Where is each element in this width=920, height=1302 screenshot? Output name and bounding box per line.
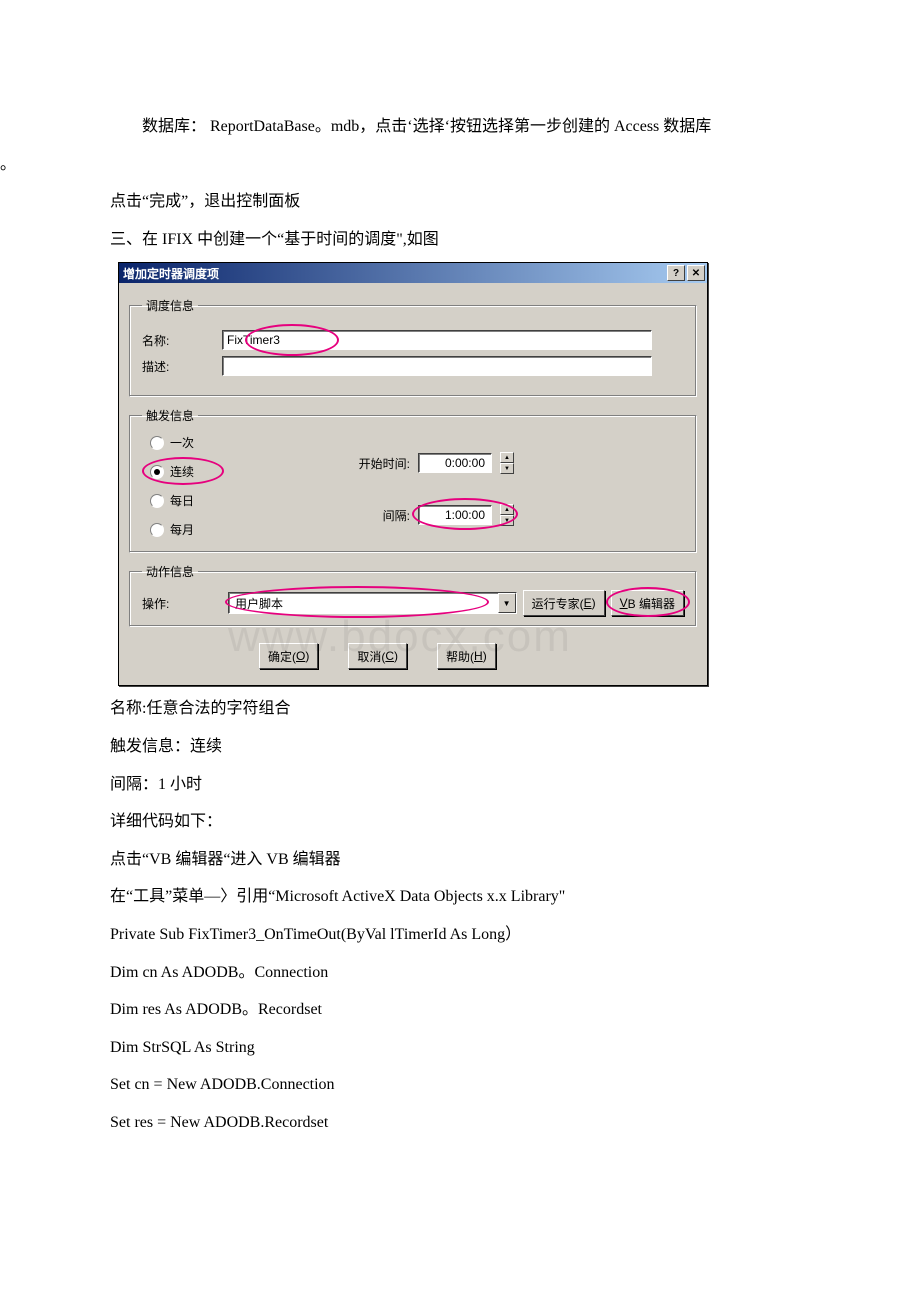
radio-monthly[interactable]: 每月 <box>150 521 260 538</box>
radio-monthly-label: 每月 <box>170 521 194 538</box>
spin-up-icon[interactable]: ▲ <box>500 452 514 463</box>
action-label: 操作: <box>142 595 222 612</box>
vb-editor-button[interactable]: VB 编辑器 <box>611 590 684 616</box>
interval-spinner[interactable]: ▲ ▼ <box>500 504 514 526</box>
action-value: 用户脚本 <box>229 595 498 612</box>
code-line-5: Set cn = New ADODB.Connection <box>110 1068 810 1102</box>
radio-daily[interactable]: 每日 <box>150 492 260 509</box>
code-line-4: Dim StrSQL As String <box>110 1031 810 1065</box>
interval-value: 1:00:00 <box>445 508 485 522</box>
name-value: FixTimer3 <box>227 333 280 347</box>
name-label: 名称: <box>142 332 222 349</box>
para-name-note: 名称:任意合法的字符组合 <box>110 692 810 726</box>
spin-up-icon[interactable]: ▲ <box>500 504 514 515</box>
start-time-label: 开始时间: <box>340 455 410 472</box>
group-action: 动作信息 操作: 用户脚本 ▼ 运行专家(E) VB 编辑器 <box>129 563 697 627</box>
close-button[interactable]: ✕ <box>687 265 705 281</box>
dialog-screenshot: 增加定时器调度项 ? ✕ 调度信息 名称: FixTimer3 描述: <box>118 262 810 686</box>
radio-continuous[interactable]: 连续 <box>150 463 260 480</box>
para-code-header: 详细代码如下： <box>110 805 810 839</box>
para-db: 数据库： ReportDataBase。mdb，点击‘选择‘按钮选择第一步创建的… <box>110 110 810 144</box>
dropdown-arrow-icon[interactable]: ▼ <box>498 593 516 613</box>
interval-input[interactable]: 1:00:00 <box>418 505 492 525</box>
help-button-bottom[interactable]: 帮助(H) <box>437 643 496 669</box>
group-trigger: 触发信息 一次 连续 <box>129 407 697 553</box>
legend-action: 动作信息 <box>142 563 198 580</box>
help-button[interactable]: ? <box>667 265 685 281</box>
para-vb-enter: 点击“VB 编辑器“进入 VB 编辑器 <box>110 843 810 877</box>
legend-schedule: 调度信息 <box>142 297 198 314</box>
para-interval-note: 间隔：1 小时 <box>110 768 810 802</box>
code-line-1: Private Sub FixTimer3_OnTimeOut(ByVal lT… <box>110 918 810 952</box>
para-db-dot: 。 <box>0 148 810 182</box>
start-time-input[interactable]: 0:00:00 <box>418 453 492 473</box>
dialog-title: 增加定时器调度项 <box>123 265 665 282</box>
cancel-button[interactable]: 取消(C) <box>348 643 407 669</box>
ok-button[interactable]: 确定(O) <box>259 643 318 669</box>
code-line-6: Set res = New ADODB.Recordset <box>110 1106 810 1140</box>
radio-once[interactable]: 一次 <box>150 434 260 451</box>
para-trigger-note: 触发信息：连续 <box>110 730 810 764</box>
radio-once-label: 一次 <box>170 434 194 451</box>
radio-daily-label: 每日 <box>170 492 194 509</box>
code-line-2: Dim cn As ADODB。Connection <box>110 956 810 990</box>
para-finish: 点击“完成”，退出控制面板 <box>110 185 810 219</box>
para-tools-ref: 在“工具”菜单—〉引用“Microsoft ActiveX Data Objec… <box>110 880 810 914</box>
para-step3: 三、在 IFIX 中创建一个“基于时间的调度",如图 <box>110 223 810 257</box>
start-time-value: 0:00:00 <box>445 456 485 470</box>
group-schedule: 调度信息 名称: FixTimer3 描述: <box>129 297 697 397</box>
code-line-3: Dim res As ADODB。Recordset <box>110 993 810 1027</box>
start-time-spinner[interactable]: ▲ ▼ <box>500 452 514 474</box>
run-expert-button[interactable]: 运行专家(E) <box>523 590 605 616</box>
radio-continuous-label: 连续 <box>170 463 194 480</box>
interval-label: 间隔: <box>340 507 410 524</box>
titlebar: 增加定时器调度项 ? ✕ <box>119 263 707 283</box>
legend-trigger: 触发信息 <box>142 407 198 424</box>
name-input[interactable]: FixTimer3 <box>222 330 652 350</box>
spin-down-icon[interactable]: ▼ <box>500 463 514 474</box>
spin-down-icon[interactable]: ▼ <box>500 515 514 526</box>
desc-label: 描述: <box>142 358 222 375</box>
desc-input[interactable] <box>222 356 652 376</box>
timer-dialog: 增加定时器调度项 ? ✕ 调度信息 名称: FixTimer3 描述: <box>118 262 708 686</box>
action-dropdown[interactable]: 用户脚本 ▼ <box>228 592 517 614</box>
